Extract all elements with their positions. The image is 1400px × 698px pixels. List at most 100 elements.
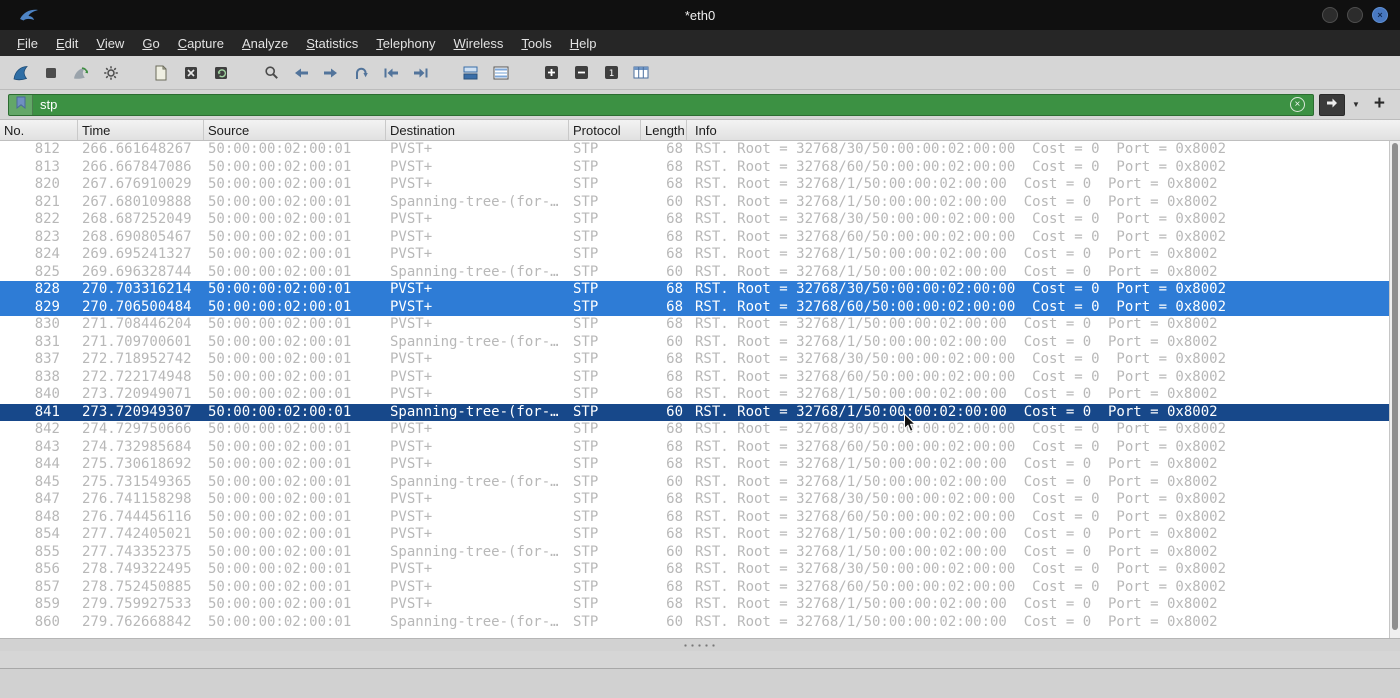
pane-splitter[interactable] — [0, 638, 1400, 651]
menu-wireless[interactable]: Wireless — [445, 33, 513, 54]
packet-row[interactable]: 843 274.732985684 50:00:00:02:00:01 PVST… — [0, 439, 1400, 457]
cell-protocol: STP — [573, 316, 599, 332]
cell-source: 50:00:00:02:00:01 — [208, 491, 352, 507]
open-file-button[interactable] — [146, 60, 176, 86]
cell-info: RST. Root = 32768/60/50:00:00:02:00:00 C… — [695, 578, 1227, 595]
filter-apply-button[interactable] — [1318, 93, 1345, 116]
go-back-button[interactable] — [286, 60, 316, 86]
packet-row[interactable]: 823 268.690805467 50:00:00:02:00:01 PVST… — [0, 229, 1400, 247]
menu-telephony[interactable]: Telephony — [367, 33, 444, 54]
packet-row[interactable]: 831 271.709700601 50:00:00:02:00:01 Span… — [0, 334, 1400, 352]
menu-help[interactable]: Help — [561, 33, 606, 54]
cell-source: 50:00:00:02:00:01 — [208, 421, 352, 437]
col-header-length[interactable]: Length — [641, 120, 687, 140]
menu-capture[interactable]: Capture — [169, 33, 233, 54]
col-header-source[interactable]: Source — [204, 120, 386, 140]
main-toolbar: 1 — [0, 56, 1400, 90]
kali-logo-icon[interactable] — [18, 7, 40, 28]
zoom-in-button[interactable] — [536, 60, 566, 86]
find-packet-button[interactable] — [256, 60, 286, 86]
cell-protocol: STP — [573, 596, 599, 612]
close-file-button[interactable] — [176, 60, 206, 86]
stop-capture-button[interactable] — [36, 60, 66, 86]
packet-row[interactable]: 856 278.749322495 50:00:00:02:00:01 PVST… — [0, 561, 1400, 579]
col-header-no[interactable]: No. — [0, 120, 78, 140]
filter-dropdown-icon[interactable]: ▼ — [1350, 100, 1362, 109]
packet-row[interactable]: 838 272.722174948 50:00:00:02:00:01 PVST… — [0, 369, 1400, 387]
minimize-button[interactable] — [1322, 7, 1338, 23]
packet-row[interactable]: 859 279.759927533 50:00:00:02:00:01 PVST… — [0, 596, 1400, 614]
restart-fin-icon — [72, 65, 90, 81]
cell-destination: PVST+ — [390, 141, 433, 157]
col-header-time[interactable]: Time — [78, 120, 204, 140]
packet-row[interactable]: 830 271.708446204 50:00:00:02:00:01 PVST… — [0, 316, 1400, 334]
menu-edit[interactable]: Edit — [47, 33, 87, 54]
cell-source: 50:00:00:02:00:01 — [208, 473, 352, 490]
vertical-scrollbar[interactable] — [1389, 141, 1400, 638]
cell-time: 279.762668842 — [82, 613, 192, 630]
packet-row[interactable]: 824 269.695241327 50:00:00:02:00:01 PVST… — [0, 246, 1400, 264]
packet-row[interactable]: 855 277.743352375 50:00:00:02:00:01 Span… — [0, 544, 1400, 562]
cell-time: 274.729750666 — [82, 421, 192, 437]
cell-info: RST. Root = 32768/60/50:00:00:02:00:00 C… — [695, 228, 1227, 245]
menu-file[interactable]: File — [8, 33, 47, 54]
menu-view[interactable]: View — [87, 33, 133, 54]
go-first-packet-button[interactable] — [376, 60, 406, 86]
zoom-original-button[interactable]: 1 — [596, 60, 626, 86]
packet-row[interactable]: 842 274.729750666 50:00:00:02:00:01 PVST… — [0, 421, 1400, 439]
packet-row[interactable]: 860 279.762668842 50:00:00:02:00:01 Span… — [0, 614, 1400, 632]
cell-length: 60 — [666, 543, 683, 560]
cell-time: 271.709700601 — [82, 333, 192, 350]
cell-time: 278.752450885 — [82, 578, 192, 595]
maximize-button[interactable] — [1347, 7, 1363, 23]
packet-row[interactable]: 840 273.720949071 50:00:00:02:00:01 PVST… — [0, 386, 1400, 404]
zoom-out-button[interactable] — [566, 60, 596, 86]
go-forward-button[interactable] — [316, 60, 346, 86]
packet-row[interactable]: 841 273.720949307 50:00:00:02:00:01 Span… — [0, 403, 1400, 421]
packet-row[interactable]: 813 266.667847086 50:00:00:02:00:01 PVST… — [0, 159, 1400, 177]
capture-options-button[interactable] — [96, 60, 126, 86]
packet-row[interactable]: 857 278.752450885 50:00:00:02:00:01 PVST… — [0, 579, 1400, 597]
resize-columns-button[interactable] — [626, 60, 656, 86]
cell-protocol: STP — [573, 298, 599, 315]
cell-length: 68 — [666, 438, 683, 455]
reload-file-button[interactable] — [206, 60, 236, 86]
go-last-packet-button[interactable] — [406, 60, 436, 86]
menu-go[interactable]: Go — [133, 33, 168, 54]
col-header-destination[interactable]: Destination — [386, 120, 569, 140]
packet-row[interactable]: 847 276.741158298 50:00:00:02:00:01 PVST… — [0, 491, 1400, 509]
cell-destination: PVST+ — [390, 438, 433, 455]
cell-info: RST. Root = 32768/1/50:00:00:02:00:00 Co… — [695, 473, 1218, 490]
scrollbar-thumb[interactable] — [1392, 143, 1398, 630]
filter-bookmark-button[interactable] — [9, 94, 33, 115]
packet-row[interactable]: 821 267.680109888 50:00:00:02:00:01 Span… — [0, 194, 1400, 212]
packet-row[interactable]: 825 269.696328744 50:00:00:02:00:01 Span… — [0, 264, 1400, 282]
colorize-packets-button[interactable] — [486, 60, 516, 86]
filter-clear-icon[interactable]: × — [1289, 97, 1305, 112]
filter-add-button[interactable]: + — [1367, 93, 1392, 117]
packet-row[interactable]: 822 268.687252049 50:00:00:02:00:01 PVST… — [0, 211, 1400, 229]
menu-tools[interactable]: Tools — [512, 33, 560, 54]
cell-length: 60 — [666, 193, 683, 210]
cell-protocol: STP — [573, 176, 599, 192]
cell-length: 68 — [666, 386, 683, 402]
packet-row[interactable]: 820 267.676910029 50:00:00:02:00:01 PVST… — [0, 176, 1400, 194]
start-capture-button[interactable] — [6, 60, 36, 86]
packet-row[interactable]: 837 272.718952742 50:00:00:02:00:01 PVST… — [0, 351, 1400, 369]
go-to-packet-button[interactable] — [346, 60, 376, 86]
packet-row[interactable]: 828 270.703316214 50:00:00:02:00:01 PVST… — [0, 281, 1400, 299]
packet-row[interactable]: 848 276.744456116 50:00:00:02:00:01 PVST… — [0, 509, 1400, 527]
packet-row[interactable]: 829 270.706500484 50:00:00:02:00:01 PVST… — [0, 298, 1400, 316]
col-header-protocol[interactable]: Protocol — [569, 120, 641, 140]
menu-statistics[interactable]: Statistics — [297, 33, 367, 54]
restart-capture-button[interactable] — [66, 60, 96, 86]
packet-row[interactable]: 845 275.731549365 50:00:00:02:00:01 Span… — [0, 474, 1400, 492]
menu-analyze[interactable]: Analyze — [233, 33, 297, 54]
col-header-info[interactable]: Info — [687, 120, 1400, 140]
packet-row[interactable]: 844 275.730618692 50:00:00:02:00:01 PVST… — [0, 456, 1400, 474]
auto-scroll-button[interactable] — [456, 60, 486, 86]
packet-row[interactable]: 854 277.742405021 50:00:00:02:00:01 PVST… — [0, 526, 1400, 544]
packet-row[interactable]: 812 266.661648267 50:00:00:02:00:01 PVST… — [0, 141, 1400, 159]
close-button[interactable]: × — [1372, 7, 1388, 23]
display-filter-input[interactable] — [33, 97, 1290, 112]
